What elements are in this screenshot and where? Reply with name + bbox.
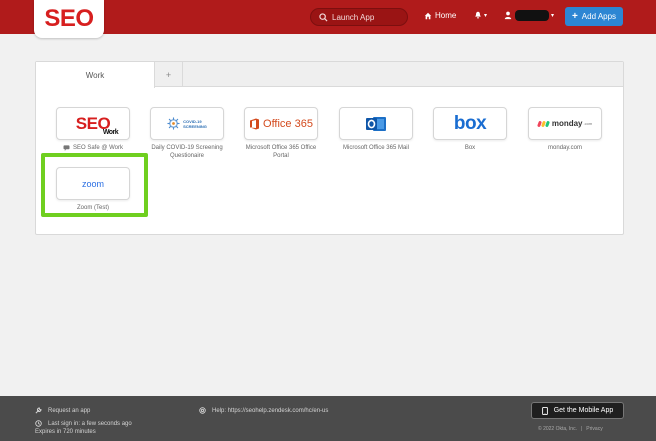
box-logo: box: [453, 112, 487, 134]
help-link[interactable]: Help: https://seohelp.zendesk.com/hc/en-…: [199, 407, 328, 414]
app-tile-logo[interactable]: monday .com: [528, 107, 602, 140]
get-mobile-app-button[interactable]: Get the Mobile App: [531, 402, 624, 419]
chevron-down-icon: ▾: [551, 13, 555, 19]
app-name: SEO Safe @ Work: [73, 145, 123, 151]
app-name: Box: [464, 145, 476, 151]
search-icon: [319, 12, 328, 22]
virus-icon: [167, 117, 180, 130]
app-tile-logo[interactable]: Office 365: [244, 107, 318, 140]
tab-bar: Work +: [36, 62, 623, 88]
covid-screening-logo: COVID-19 SCREENING: [167, 117, 207, 130]
add-apps-button[interactable]: + Add Apps: [565, 7, 623, 26]
monday-logo-suffix: .com: [583, 121, 593, 126]
covid-logo-line2: SCREENING: [183, 123, 207, 129]
app-tile-office-365-mail[interactable]: Microsoft Office 365 Mail: [339, 107, 413, 152]
chevron-down-icon: ▾: [484, 12, 488, 19]
last-sign-in: Last sign in: a few seconds ago: [48, 421, 132, 427]
request-app-link[interactable]: Request an app: [35, 407, 90, 414]
plus-icon: +: [571, 11, 578, 22]
notifications-menu[interactable]: ▾: [474, 11, 487, 19]
office-365-logo: Office 365: [249, 118, 313, 130]
home-link[interactable]: Home: [424, 11, 456, 20]
app-tile-logo[interactable]: [339, 107, 413, 140]
mobile-app-label: Get the Mobile App: [553, 407, 614, 414]
session-expires: Expires in 720 minutes: [35, 429, 96, 435]
office-365-text: Office 365: [263, 117, 313, 130]
app-name: Microsoft Office 365 Mail: [343, 145, 409, 151]
app-tile-office-365-portal[interactable]: Office 365 Microsoft Office 365 Office P…: [244, 107, 318, 160]
app-name: Microsoft Office 365 Office Portal: [245, 145, 317, 159]
app-tile-label: SEO Safe @ Work: [56, 144, 130, 152]
lifebuoy-icon: [199, 407, 206, 414]
zoom-tile-highlight: [41, 153, 148, 217]
add-tab-button[interactable]: +: [155, 62, 183, 87]
company-logo[interactable]: SEO: [34, 0, 104, 38]
footer: Request an app Help: https://seohelp.zen…: [0, 396, 656, 441]
session-info: Last sign in: a few seconds ago Expires …: [35, 420, 132, 436]
divider: |: [580, 426, 583, 432]
user-icon: [504, 11, 512, 20]
monday-logo: monday .com: [536, 119, 593, 128]
bell-icon: [475, 11, 481, 19]
app-tile-logo[interactable]: COVID-19 SCREENING: [150, 107, 224, 140]
clock-icon: [35, 420, 42, 427]
app-name: monday.com: [548, 145, 582, 151]
seo-logo-sub: Work: [102, 128, 119, 136]
home-icon: [424, 12, 432, 19]
app-tile-seo-safe-at-work[interactable]: SEO Work SEO Safe @ Work: [56, 107, 130, 152]
app-tile-logo[interactable]: box: [433, 107, 507, 140]
app-tile-covid-screening[interactable]: COVID-19 SCREENING Daily COVID-19 Screen…: [150, 107, 224, 160]
tab-work[interactable]: Work: [36, 62, 155, 88]
seo-logo: SEO Work: [76, 114, 119, 136]
app-tile-logo[interactable]: SEO Work: [56, 107, 130, 140]
home-label: Home: [435, 11, 457, 20]
user-menu[interactable]: ▾: [504, 10, 554, 21]
app-tile-monday[interactable]: monday .com monday.com: [528, 107, 602, 152]
redacted-user-name: [515, 10, 549, 21]
app-tile-box[interactable]: box Box: [433, 107, 507, 152]
request-app-label: Request an app: [48, 407, 91, 414]
add-apps-label: Add Apps: [581, 12, 617, 21]
search-placeholder: Launch App: [332, 12, 375, 22]
outlook-icon: [366, 116, 386, 131]
help-label: Help: https://seohelp.zendesk.com/hc/en-…: [212, 407, 329, 414]
logo-text: SEO: [44, 5, 94, 32]
launch-app-search[interactable]: Launch App: [310, 8, 408, 26]
office-icon: [250, 118, 260, 129]
phone-icon: [541, 406, 548, 415]
monday-logo-text: monday: [551, 119, 583, 128]
copyright-text: © 2022 Okta, Inc.: [538, 426, 577, 432]
copyright: © 2022 Okta, Inc. | Privacy: [538, 426, 603, 432]
app-name: Daily COVID-19 Screening Questionaire: [151, 145, 223, 159]
monday-dots-icon: [536, 120, 550, 127]
wrench-icon: [35, 407, 42, 414]
privacy-link[interactable]: Privacy: [586, 426, 602, 432]
chat-icon: [63, 145, 70, 151]
